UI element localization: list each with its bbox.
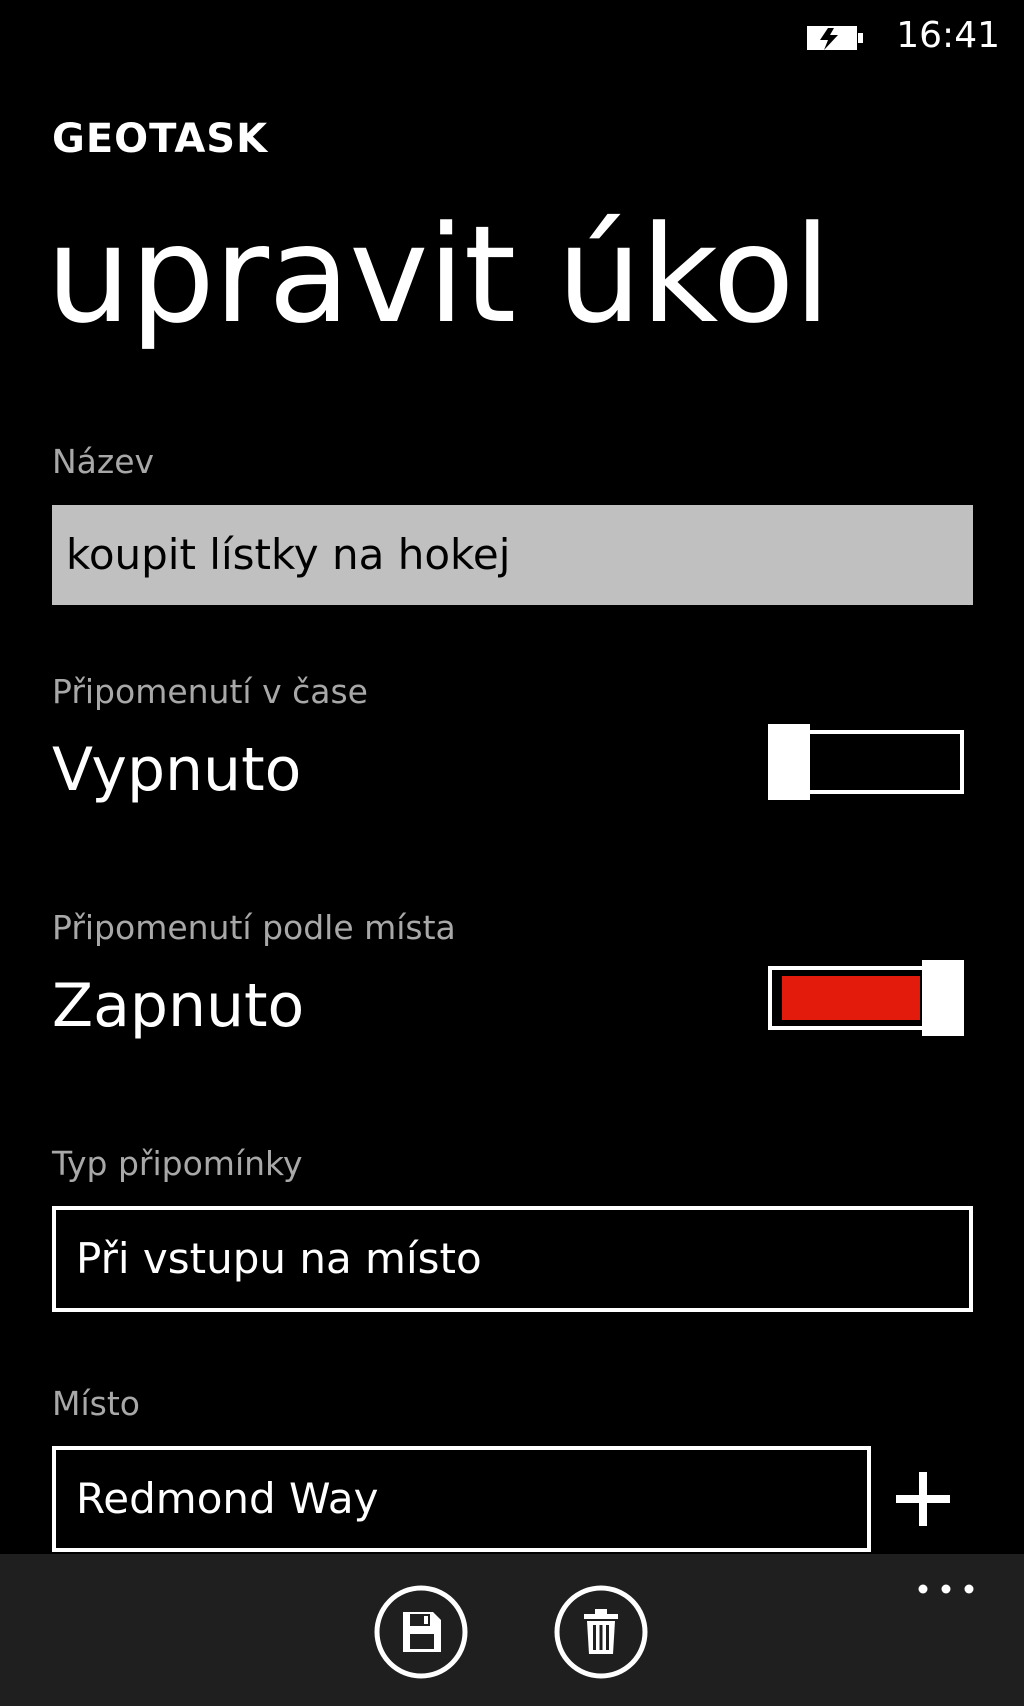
name-input[interactable]: koupit lístky na hokej — [52, 505, 973, 605]
status-bar: 16:41 — [0, 0, 1024, 70]
status-time: 16:41 — [896, 15, 1000, 56]
page-title: upravit úkol — [46, 197, 831, 353]
ellipsis-icon[interactable] — [916, 1582, 976, 1596]
toggle-fill — [782, 976, 920, 1020]
save-icon[interactable] — [373, 1584, 469, 1680]
name-label: Název — [52, 442, 155, 481]
location-label: Místo — [52, 1384, 140, 1423]
toggle-thumb — [768, 724, 810, 800]
location-reminder-toggle[interactable] — [768, 960, 964, 1036]
reminder-type-label: Typ připomínky — [52, 1144, 303, 1183]
time-reminder-label: Připomenutí v čase — [52, 672, 368, 711]
time-reminder-state: Vypnuto — [52, 735, 302, 805]
app-bar — [0, 1554, 1024, 1706]
toggle-thumb — [922, 960, 964, 1036]
location-input[interactable]: Redmond Way — [52, 1446, 871, 1552]
location-reminder-label: Připomenutí podle místa — [52, 908, 456, 947]
reminder-type-picker[interactable]: Při vstupu na místo — [52, 1206, 973, 1312]
battery-charging-icon — [807, 26, 863, 50]
location-reminder-state: Zapnuto — [52, 971, 305, 1041]
delete-icon[interactable] — [553, 1584, 649, 1680]
plus-icon[interactable] — [896, 1472, 950, 1526]
app-title: GEOTASK — [52, 116, 269, 162]
time-reminder-toggle[interactable] — [768, 724, 964, 800]
